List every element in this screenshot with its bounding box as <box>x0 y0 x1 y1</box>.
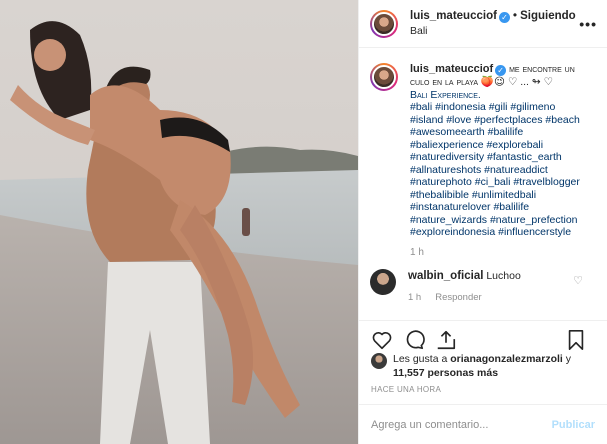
comment-time[interactable]: 1 h <box>408 292 421 303</box>
verified-badge-icon: ✓ <box>495 65 507 76</box>
publish-button[interactable]: Publicar <box>552 419 595 431</box>
post-timestamp[interactable]: HACE UNA HORA <box>371 385 441 394</box>
action-bar <box>359 320 607 350</box>
likes-prefix: Les gusta a <box>393 353 451 365</box>
post-header: luis_mateucciof ✓ • Siguiendo Bali ••• <box>359 0 607 48</box>
likes-count[interactable]: 11,557 personas más <box>393 367 498 379</box>
bookmark-icon[interactable] <box>565 329 587 351</box>
author-info: luis_mateucciof ✓ • Siguiendo Bali <box>410 8 576 39</box>
reply-button[interactable]: Responder <box>435 292 481 303</box>
add-comment-bar: Publicar <box>359 404 607 444</box>
comment-meta: 1 h Responder <box>408 291 521 305</box>
likes-mid: y <box>562 353 571 365</box>
caption-body: luis_mateucciof ✓ me encontre un culo en … <box>410 63 590 259</box>
separator-dot: • <box>512 8 518 22</box>
post-photo[interactable] <box>0 0 358 444</box>
caption: luis_mateucciof ✓ me encontre un culo en … <box>370 63 593 259</box>
comment-item: walbin_oficial Luchoo 1 h Responder ♡ <box>370 269 593 305</box>
caption-author-avatar[interactable] <box>370 63 398 91</box>
ellipsis-icon[interactable]: ••• <box>579 16 597 32</box>
caption-time[interactable]: 1 h <box>410 247 590 260</box>
author-username[interactable]: luis_mateucciof <box>410 10 497 22</box>
caption-hashtags[interactable]: #bali #indonesia #gili #gilimeno #island… <box>410 101 580 238</box>
liker-username[interactable]: orianagonzalezmarzoli <box>450 353 563 365</box>
likes-summary: Les gusta a orianagonzalezmarzoli y 11,5… <box>371 352 595 380</box>
caption-line2: Bali Experience. <box>410 88 481 101</box>
comment-bubble-icon[interactable] <box>403 329 425 351</box>
share-icon[interactable] <box>435 329 457 351</box>
like-heart-icon[interactable] <box>371 329 393 351</box>
comment-text: Luchoo <box>486 270 521 282</box>
author-avatar[interactable] <box>370 9 398 38</box>
comment-body: walbin_oficial Luchoo 1 h Responder <box>408 269 521 305</box>
beach-photo-illustration <box>0 0 358 444</box>
liker-avatar[interactable] <box>371 353 387 369</box>
verified-badge-icon: ✓ <box>498 12 510 23</box>
post-location[interactable]: Bali <box>410 24 576 39</box>
comment-like-heart-icon[interactable]: ♡ <box>573 274 583 287</box>
caption-username[interactable]: luis_mateucciof <box>410 63 493 75</box>
commenter-avatar[interactable] <box>370 269 396 295</box>
post-side-panel: luis_mateucciof ✓ • Siguiendo Bali ••• luis… <box>358 0 607 444</box>
following-button[interactable]: Siguiendo <box>520 10 576 22</box>
comments-list: luis_mateucciof ✓ me encontre un culo en … <box>359 49 607 320</box>
commenter-username[interactable]: walbin_oficial <box>408 270 483 282</box>
comment-input[interactable] <box>371 418 552 431</box>
